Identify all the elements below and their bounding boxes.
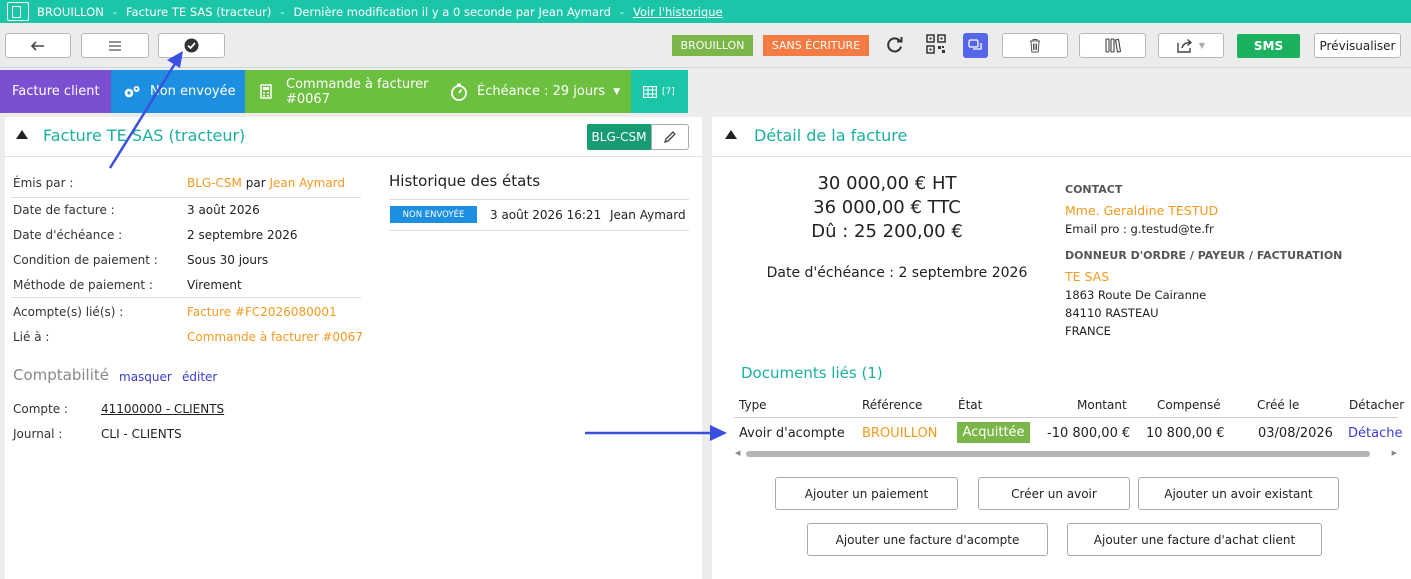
annotation-arrows: [108, 51, 727, 441]
arrow-to-validate-button: [108, 51, 183, 169]
arrow-to-linked-document: [585, 425, 727, 441]
